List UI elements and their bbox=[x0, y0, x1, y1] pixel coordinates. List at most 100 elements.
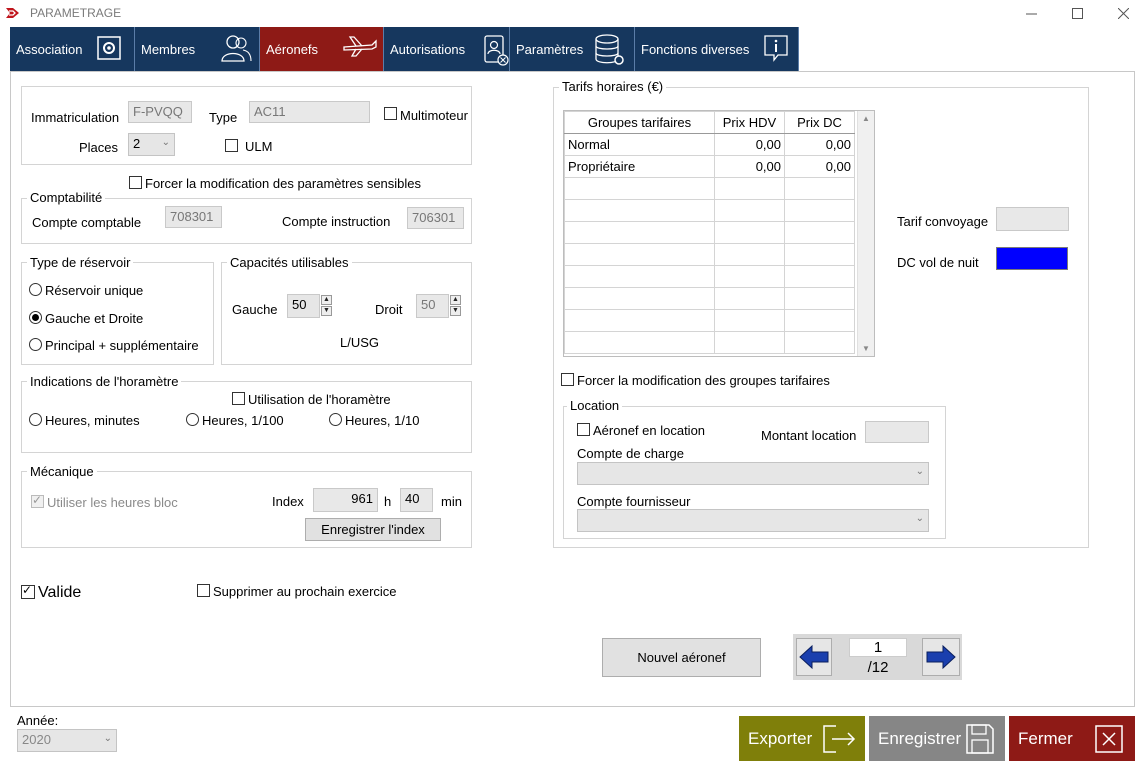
table-row[interactable]: Propriétaire 0,00 0,00 bbox=[564, 155, 855, 178]
tab-parametres[interactable]: Paramètres bbox=[510, 27, 635, 71]
export-button[interactable]: Exporter bbox=[739, 716, 865, 761]
save-button[interactable]: Enregistrer bbox=[869, 716, 1005, 761]
table-row-empty[interactable] bbox=[564, 309, 855, 332]
table-row-empty[interactable] bbox=[564, 177, 855, 200]
places-select[interactable]: 2 ⌄ bbox=[128, 133, 175, 156]
gauche-down-button[interactable]: ▼ bbox=[321, 306, 332, 316]
multimoteur-checkbox[interactable] bbox=[384, 107, 397, 120]
column-header-groupes[interactable]: Groupes tarifaires bbox=[564, 111, 715, 134]
heures-minutes-radio[interactable] bbox=[29, 413, 42, 426]
current-record-field[interactable]: 1 bbox=[849, 638, 907, 657]
chevron-down-icon: ⌄ bbox=[103, 733, 112, 744]
previous-button[interactable] bbox=[796, 638, 832, 676]
scroll-up-icon[interactable]: ▲ bbox=[862, 114, 870, 123]
database-icon bbox=[595, 34, 624, 65]
heures-bloc-label: Utiliser les heures bloc bbox=[47, 495, 178, 510]
members-icon bbox=[221, 35, 252, 62]
montant-location-field[interactable] bbox=[865, 421, 929, 443]
places-value: 2 bbox=[133, 136, 141, 151]
supprimer-checkbox[interactable] bbox=[197, 584, 210, 597]
chevron-down-icon: ⌄ bbox=[161, 137, 170, 148]
badge-icon bbox=[484, 35, 509, 66]
minimize-button[interactable] bbox=[1008, 0, 1054, 26]
close-button[interactable]: Fermer bbox=[1009, 716, 1135, 761]
compte-fournisseur-select[interactable]: ⌄ bbox=[577, 509, 929, 532]
immatriculation-field[interactable]: F-PVQQ bbox=[128, 101, 192, 123]
force-groups-checkbox[interactable] bbox=[561, 373, 574, 386]
droit-field[interactable]: 50 bbox=[416, 294, 449, 318]
column-header-prix-hdv[interactable]: Prix HDV bbox=[714, 111, 785, 134]
maximize-button[interactable] bbox=[1054, 0, 1100, 26]
table-cell[interactable]: 0,00 bbox=[714, 155, 785, 178]
reservoir-unique-radio[interactable] bbox=[29, 283, 42, 296]
type-field[interactable]: AC11 bbox=[249, 101, 370, 123]
tab-membres[interactable]: Membres bbox=[135, 27, 260, 71]
force-sensitive-checkbox[interactable] bbox=[129, 176, 142, 189]
table-cell[interactable]: Propriétaire bbox=[564, 155, 715, 178]
tab-autorisations[interactable]: Autorisations bbox=[384, 27, 510, 71]
table-cell[interactable]: 0,00 bbox=[714, 133, 785, 156]
table-row-empty[interactable] bbox=[564, 243, 855, 266]
compte-fournisseur-label: Compte fournisseur bbox=[577, 494, 691, 509]
valide-checkbox[interactable] bbox=[21, 583, 35, 599]
annee-label: Année: bbox=[17, 713, 59, 728]
index-hours-field[interactable]: 961 bbox=[313, 488, 378, 512]
table-row-empty[interactable] bbox=[564, 221, 855, 244]
table-row-empty[interactable] bbox=[564, 287, 855, 310]
capacity-unit-label: L/USG bbox=[340, 335, 380, 350]
force-sensitive-label: Forcer la modification des paramètres se… bbox=[145, 176, 422, 191]
gauche-up-button[interactable]: ▲ bbox=[321, 295, 332, 305]
tab-aeronefs[interactable]: Aéronefs bbox=[260, 27, 384, 71]
table-row-empty[interactable] bbox=[564, 199, 855, 222]
table-cell[interactable]: 0,00 bbox=[784, 155, 855, 178]
tab-label: Aéronefs bbox=[266, 41, 319, 57]
heures-bloc-checkbox[interactable] bbox=[31, 493, 44, 508]
compte-instruction-field[interactable]: 706301 bbox=[407, 207, 464, 229]
compte-comptable-label: Compte comptable bbox=[32, 215, 142, 230]
principal-supplementaire-radio[interactable] bbox=[29, 338, 42, 351]
compte-comptable-field[interactable]: 708301 bbox=[165, 206, 222, 228]
close-window-button[interactable] bbox=[1100, 0, 1146, 26]
heures-centiemes-radio[interactable] bbox=[186, 413, 199, 426]
column-header-prix-dc[interactable]: Prix DC bbox=[784, 111, 855, 134]
tab-fonctions-diverses[interactable]: Fonctions diverses bbox=[635, 27, 799, 71]
capacites-title: Capacités utilisables bbox=[227, 255, 352, 270]
heures-dixiemes-label: Heures, 1/10 bbox=[345, 413, 420, 428]
scroll-down-icon[interactable]: ▼ bbox=[862, 344, 870, 353]
annee-select[interactable]: 2020 ⌄ bbox=[17, 729, 117, 752]
dc-vol-nuit-color-swatch[interactable] bbox=[996, 247, 1068, 270]
table-scrollbar[interactable]: ▲ ▼ bbox=[857, 111, 874, 356]
arrow-right-icon bbox=[926, 644, 956, 670]
gauche-label: Gauche bbox=[232, 302, 278, 317]
gauche-droite-radio[interactable] bbox=[29, 311, 42, 324]
minimize-icon bbox=[1025, 13, 1037, 14]
dc-vol-nuit-label: DC vol de nuit bbox=[897, 255, 979, 270]
hours-unit-label: h bbox=[384, 494, 392, 509]
index-minutes-field[interactable]: 40 bbox=[400, 488, 433, 512]
heures-minutes-label: Heures, minutes bbox=[45, 413, 140, 428]
table-row[interactable]: Normal 0,00 0,00 bbox=[564, 133, 855, 156]
new-aircraft-button[interactable]: Nouvel aéronef bbox=[602, 638, 761, 677]
table-cell[interactable]: Normal bbox=[564, 133, 715, 156]
reservoir-unique-label: Réservoir unique bbox=[45, 283, 144, 298]
tarif-convoyage-field[interactable] bbox=[996, 207, 1069, 231]
table-cell[interactable]: 0,00 bbox=[784, 133, 855, 156]
en-location-checkbox[interactable] bbox=[577, 423, 590, 436]
airplane-icon bbox=[343, 36, 377, 57]
table-row-empty[interactable] bbox=[564, 265, 855, 288]
save-index-button[interactable]: Enregistrer l'index bbox=[305, 518, 441, 541]
minutes-unit-label: min bbox=[441, 494, 462, 509]
supprimer-label: Supprimer au prochain exercice bbox=[213, 584, 397, 599]
table-row-empty[interactable] bbox=[564, 331, 855, 354]
tab-association[interactable]: Association bbox=[10, 27, 135, 71]
ulm-checkbox[interactable] bbox=[225, 139, 238, 152]
floppy-disk-icon bbox=[966, 724, 994, 754]
horametre-use-checkbox[interactable] bbox=[232, 392, 245, 405]
droit-up-button[interactable]: ▲ bbox=[450, 295, 461, 305]
compte-charge-select[interactable]: ⌄ bbox=[577, 462, 929, 485]
next-button[interactable] bbox=[922, 638, 960, 676]
heures-dixiemes-radio[interactable] bbox=[329, 413, 342, 426]
droit-down-button[interactable]: ▼ bbox=[450, 306, 461, 316]
tarifs-table: Groupes tarifaires Prix HDV Prix DC Norm… bbox=[563, 110, 875, 357]
gauche-field[interactable]: 50 bbox=[287, 294, 320, 318]
